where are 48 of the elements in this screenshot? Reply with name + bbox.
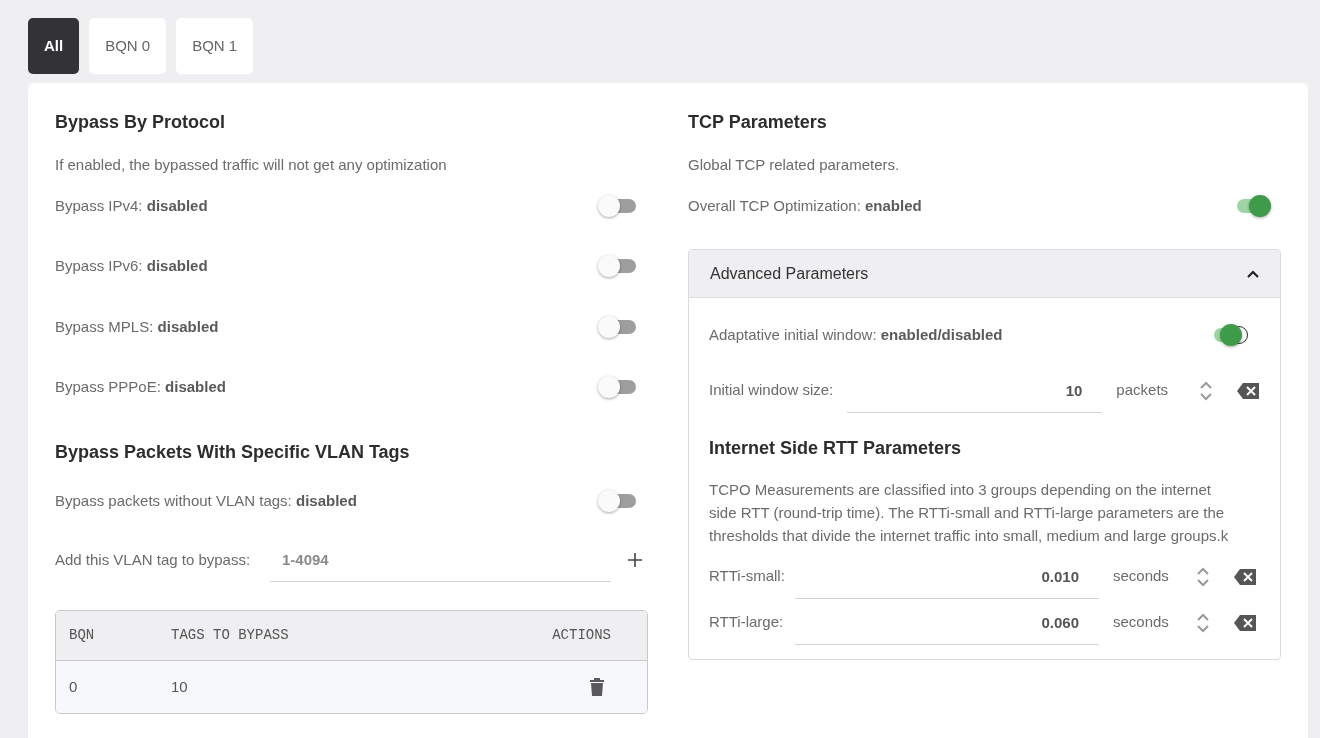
field-label: RTTi-large: (709, 612, 785, 633)
toggle-label: Bypass packets without VLAN tags: disabled (55, 490, 357, 511)
tab[interactable]: BQN 0 (89, 18, 167, 74)
toggle-switch[interactable] (598, 489, 636, 512)
unit-label: seconds (1113, 566, 1170, 587)
section-title: Internet Side RTT Parameters (709, 436, 963, 460)
chevron-icon (1247, 269, 1259, 278)
tab[interactable]: All (28, 18, 80, 74)
backspace-icon[interactable] (1233, 567, 1257, 586)
table-cell-text: 0 (68, 676, 79, 697)
accordion-header[interactable]: Advanced Parameters (689, 250, 1280, 298)
backspace-icon[interactable] (1233, 613, 1257, 632)
toggle-switch[interactable] (598, 376, 636, 399)
stepper-icon[interactable] (1200, 379, 1212, 402)
field-label: RTTi-small: (709, 566, 786, 587)
section-title: Bypass Packets With Specific VLAN Tags (55, 440, 411, 464)
toggle-label: Overall TCP Optimization: enabled (688, 195, 922, 216)
unit-label: packets (1116, 380, 1170, 401)
field-label: Add this VLAN tag to bypass: (55, 549, 252, 570)
number-field[interactable]: 0.010 (795, 554, 1099, 599)
field-label: Initial window size: (709, 380, 835, 401)
tab[interactable]: BQN 1 (176, 18, 254, 74)
section-description: If enabled, the bypassed traffic will not get any optimization (55, 155, 448, 175)
column-header: BQN (68, 626, 96, 645)
column-header: ACTIONS (551, 626, 612, 645)
toggle-switch[interactable] (598, 194, 636, 217)
plus-icon[interactable] (627, 552, 643, 568)
section-description: Global TCP related parameters. (688, 155, 901, 175)
section-description: TCPO Measurements are classified into 3 groups depending on the internet side RTT (round-trip time). The RTTi-small and RTTi-large parameters are the thresholds that divide the internet traffic into small, medium and large groups.k (709, 479, 1230, 546)
stepper-icon[interactable] (1197, 565, 1209, 588)
toggle-switch[interactable] (598, 255, 636, 278)
toggle-label: Adaptative initial window: enabled/disabled (709, 325, 1003, 345)
toggle-switch[interactable] (598, 315, 636, 338)
backspace-icon[interactable] (1236, 381, 1260, 400)
number-field[interactable]: 10 (847, 368, 1103, 413)
toggle-label: Bypass IPv6: disabled (55, 256, 208, 276)
table-cell-text: 10 (171, 676, 189, 697)
vlan-tag-field[interactable]: 1-4094 (270, 538, 611, 582)
stepper-icon[interactable] (1197, 611, 1209, 634)
toggle-label: Bypass MPLS: disabled (55, 316, 219, 337)
column-header: TAGS TO BYPASS (171, 626, 290, 645)
trash-icon[interactable] (590, 678, 604, 696)
number-field[interactable]: 0.060 (795, 600, 1099, 645)
unit-label: seconds (1113, 612, 1170, 633)
toggle-label: Bypass IPv4: disabled (55, 195, 208, 216)
section-title: Bypass By Protocol (55, 111, 227, 134)
section-title: TCP Parameters (688, 111, 828, 134)
toggle-label: Bypass PPPoE: disabled (55, 377, 226, 397)
